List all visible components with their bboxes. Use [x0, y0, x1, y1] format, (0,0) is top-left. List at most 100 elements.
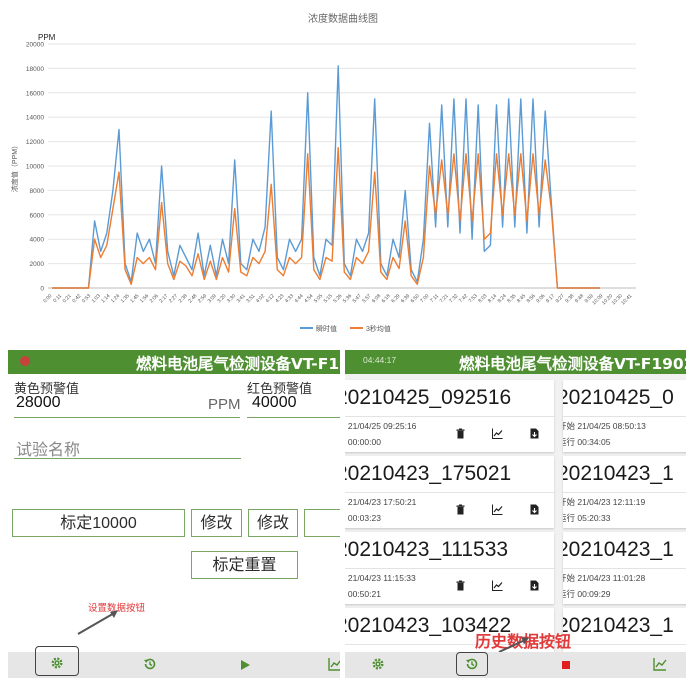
x-tick-label: 6:50: [410, 293, 421, 304]
red-warning-value[interactable]: 40000: [252, 394, 297, 412]
x-tick-label: 6:29: [390, 293, 401, 304]
history-icon[interactable]: [465, 657, 479, 671]
x-tick-label: 8:35: [506, 293, 517, 304]
x-tick-label: 2:59: [197, 293, 208, 304]
export-icon[interactable]: [529, 504, 540, 515]
x-tick-label: 9:27: [555, 293, 566, 304]
x-tick-label: 5:15: [323, 293, 334, 304]
y-tick-label: 20000: [26, 42, 44, 49]
trend-icon[interactable]: [492, 428, 503, 439]
x-tick-label: 8:03: [477, 293, 488, 304]
gear-icon[interactable]: [50, 656, 64, 670]
modify-button-2[interactable]: 修改: [248, 509, 298, 537]
x-tick-label: 1:14: [100, 293, 111, 304]
partial-button[interactable]: [304, 509, 340, 537]
history-record-card[interactable]: 20210425_092516 始 21/04/25 09:25:16 行 00:0…: [345, 380, 554, 452]
x-tick-label: 0:11: [52, 293, 63, 304]
modify-button-1[interactable]: 修改: [191, 509, 242, 537]
card-divider: [563, 492, 686, 493]
chart-icon[interactable]: [328, 657, 340, 671]
yellow-warning-value[interactable]: 28000: [16, 394, 61, 412]
x-tick-label: 2:06: [149, 293, 160, 304]
record-run-time: 运行 00:34:05: [563, 437, 611, 447]
history-record-card[interactable]: 20210425_0 开始 21/04/25 08:50:13 运行 00:34:0…: [563, 380, 686, 452]
chart-gridlines: [48, 43, 636, 289]
history-record-card[interactable]: 20210423_1 开始 21/04/23 12:11:19 运行 05:20:3…: [563, 456, 686, 528]
calibrate-10000-button[interactable]: 标定10000: [12, 509, 185, 537]
x-tick-label: 1:35: [120, 293, 131, 304]
record-run-time: 运行 05:20:33: [563, 513, 611, 523]
chart-icon[interactable]: [653, 657, 667, 671]
x-tick-label: 8:56: [526, 293, 537, 304]
x-tick-label: 0:21: [62, 293, 73, 304]
stop-icon[interactable]: [559, 658, 573, 672]
card-divider: [345, 492, 554, 493]
history-record-card[interactable]: 20210423_175021 始 21/04/23 17:50:21 行 00:0…: [345, 456, 554, 528]
yellow-field-underline: [14, 417, 240, 418]
x-tick-label: 7:21: [439, 293, 450, 304]
trash-icon[interactable]: [455, 504, 466, 515]
chart-y-ticks: 0 2000 4000 6000 8000 10000 12000 14000 16000 180…: [26, 42, 44, 293]
x-tick-label: 7:11: [429, 293, 440, 304]
y-tick-label: 10000: [26, 164, 44, 171]
play-icon[interactable]: [238, 658, 252, 672]
x-tick-label: 1:56: [139, 293, 150, 304]
card-divider: [563, 416, 686, 417]
x-tick-label: 4:44: [294, 293, 305, 304]
export-icon[interactable]: [529, 428, 540, 439]
x-tick-label: 10:41: [620, 293, 633, 306]
history-icon[interactable]: [143, 657, 157, 671]
gear-icon[interactable]: [371, 657, 385, 671]
x-tick-label: 2:48: [187, 293, 198, 304]
x-tick-label: 2:38: [178, 293, 189, 304]
red-field-underline: [247, 417, 340, 418]
concentration-chart: 浓度数据曲线图 PPM 浓度值（PPM） 0200040006000800010…: [10, 12, 636, 333]
x-tick-label: 1:24: [110, 293, 121, 304]
x-tick-label: 9:48: [574, 293, 585, 304]
trend-icon[interactable]: [492, 504, 503, 515]
export-icon[interactable]: [529, 580, 540, 591]
x-tick-label: 5:36: [342, 293, 353, 304]
record-name: 20210423_175021: [345, 462, 512, 485]
x-tick-label: 9:38: [564, 293, 575, 304]
history-record-card[interactable]: 20210423_1 开始 21/04/23 11:01:28 运行 00:09:2…: [563, 532, 686, 604]
x-tick-label: 9:17: [545, 293, 556, 304]
y-tick-label: 18000: [26, 66, 44, 73]
card-divider: [345, 416, 554, 417]
y-tick-label: 16000: [26, 90, 44, 97]
x-tick-label: 7:00: [419, 293, 430, 304]
legend-label-avg: 3秒均值: [366, 324, 391, 333]
record-name: 20210423_1: [563, 538, 674, 561]
record-start-time: 开始 21/04/23 11:01:28: [563, 573, 646, 583]
calibrate-reset-button[interactable]: 标定重置: [191, 551, 298, 579]
record-name: 20210423_1: [563, 614, 674, 637]
test-name-input[interactable]: 试验名称: [16, 436, 80, 460]
trash-icon[interactable]: [455, 428, 466, 439]
series-line: [52, 65, 600, 289]
y-tick-label: 2000: [30, 261, 45, 268]
record-run-time: 行 00:00:00: [345, 437, 381, 447]
history-record-card[interactable]: 20210423_111533 始 21/04/23 11:15:33 行 00:5…: [345, 532, 554, 604]
title-bar: 燃料电池尾气检测设备VT-F1902: [8, 350, 340, 374]
record-name: 20210425_092516: [345, 386, 512, 409]
settings-screen: 燃料电池尾气检测设备VT-F1902 黄色预警值 28000 PPM 红色预警值…: [8, 350, 340, 678]
x-tick-label: 5:26: [332, 293, 343, 304]
record-start-time: 开始 21/04/23 12:11:19: [563, 497, 646, 507]
record-name: 20210423_1: [563, 462, 674, 485]
y-tick-label: 12000: [26, 139, 44, 146]
x-tick-label: 5:47: [352, 293, 363, 304]
clock-text: 04:44:17: [363, 355, 397, 365]
x-tick-label: 4:33: [284, 293, 295, 304]
trend-icon[interactable]: [492, 580, 503, 591]
x-tick-label: 8:45: [516, 293, 527, 304]
trash-icon[interactable]: [455, 580, 466, 591]
x-tick-label: 8:14: [487, 293, 498, 304]
record-start-time: 始 21/04/23 11:15:33: [345, 573, 416, 583]
x-tick-label: 4:02: [255, 293, 266, 304]
record-start-time: 开始 21/04/25 08:50:13: [563, 421, 646, 431]
x-tick-label: 1:03: [91, 293, 102, 304]
record-run-time: 运行 00:09:29: [563, 589, 611, 599]
x-tick-label: 3:20: [216, 293, 227, 304]
x-tick-label: 3:51: [245, 293, 256, 304]
record-name: 20210425_0: [563, 386, 674, 409]
